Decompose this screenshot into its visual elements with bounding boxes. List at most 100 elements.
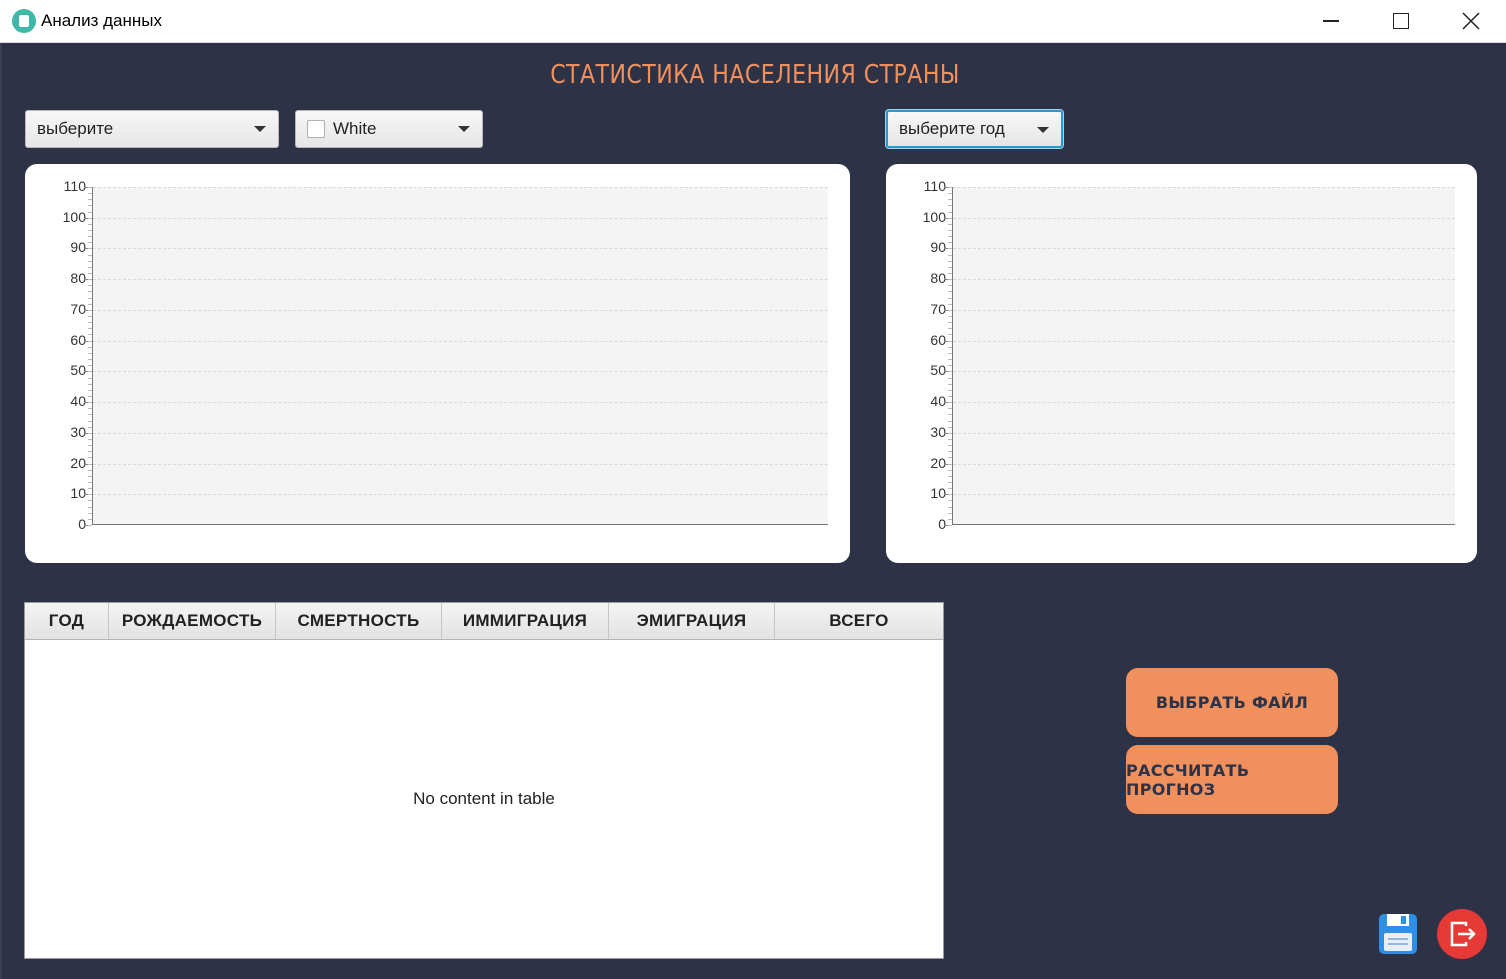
column-header-total[interactable]: ВСЕГО [775,603,943,639]
y-minor-tick [948,273,952,275]
column-header-year[interactable]: ГОД [25,603,109,639]
column-header-emigration[interactable]: ЭМИГРАЦИЯ [609,603,775,639]
chart-plot-area [952,187,1455,525]
y-minor-tick [948,426,952,428]
choose-file-button[interactable]: ВЫБРАТЬ ФАЙЛ [1126,668,1338,737]
y-minor-tick [948,518,952,520]
y-minor-tick [88,279,92,281]
y-minor-tick [948,457,952,459]
y-minor-tick [948,242,952,244]
y-minor-tick [948,445,952,447]
calculate-forecast-button[interactable]: РАССЧИТАТЬ ПРОГНОЗ [1126,745,1338,814]
chart-plot-area [92,187,828,525]
y-minor-tick [88,359,92,361]
y-minor-tick [948,359,952,361]
color-select[interactable]: White [295,110,483,148]
y-tick-label: 40 [930,393,946,410]
y-minor-tick [88,445,92,447]
y-tick-label: 110 [923,178,946,194]
y-minor-tick [88,297,92,299]
close-button[interactable] [1436,0,1506,42]
column-header-birth-rate[interactable]: РОЖДАЕМОСТЬ [109,603,276,639]
y-minor-tick [88,273,92,275]
y-minor-tick [88,475,92,477]
y-minor-tick [948,451,952,453]
y-minor-tick [948,432,952,434]
y-minor-tick [948,328,952,330]
y-minor-tick [88,260,92,262]
y-tick-label: 60 [70,331,86,348]
y-minor-tick [88,469,92,471]
y-minor-tick [948,199,952,201]
chart-gridline [953,463,1455,465]
chart-gridline [953,340,1455,342]
y-tick-label: 20 [930,454,946,471]
y-minor-tick [948,291,952,293]
y-tick-label: 100 [62,208,86,225]
y-minor-tick [88,254,92,256]
y-minor-tick [88,395,92,397]
y-minor-tick [948,254,952,256]
window-title: Анализ данных [41,11,162,30]
y-minor-tick [88,377,92,379]
maximize-button[interactable] [1366,0,1436,42]
y-minor-tick [88,322,92,324]
y-tick-label: 50 [70,362,86,379]
y-minor-tick [88,346,92,348]
minimize-button[interactable] [1296,0,1366,42]
chart-gridline [93,340,828,342]
y-minor-tick [88,371,92,373]
y-minor-tick [88,432,92,434]
y-minor-tick [88,414,92,416]
y-minor-tick [948,346,952,348]
y-minor-tick [948,266,952,268]
y-minor-tick [948,322,952,324]
chart-gridline [953,217,1455,219]
chart-gridline [953,187,1455,188]
year-select[interactable]: выберите год [886,110,1063,148]
parameter-select[interactable]: выберите [25,110,279,148]
y-minor-tick [88,303,92,305]
y-minor-tick [948,316,952,318]
chart-gridline [93,402,828,404]
y-minor-tick [948,383,952,385]
chevron-down-icon [1037,127,1049,133]
exit-button[interactable] [1437,909,1487,959]
chart-gridline [953,402,1455,404]
chart-gridline [953,248,1455,250]
y-minor-tick [88,328,92,330]
y-minor-tick [88,230,92,232]
statistics-table[interactable]: ГОД РОЖДАЕМОСТЬ СМЕРТНОСТЬ ИММИГРАЦИЯ ЭМ… [24,602,944,959]
y-minor-tick [948,303,952,305]
y-minor-tick [88,457,92,459]
y-minor-tick [88,193,92,195]
y-minor-tick [88,438,92,440]
chart-gridline [93,309,828,311]
chart-gridline [93,279,828,281]
y-minor-tick [88,518,92,520]
y-tick-label: 100 [922,208,946,225]
save-icon[interactable] [1379,914,1417,954]
y-minor-tick [88,334,92,336]
chart-gridline [93,432,828,434]
chart-gridline [93,248,828,250]
y-tick-label: 10 [70,485,86,502]
close-icon [1462,12,1480,30]
y-minor-tick [948,230,952,232]
y-minor-tick [948,525,952,526]
y-tick-label: 80 [930,270,946,287]
column-header-immigration[interactable]: ИММИГРАЦИЯ [442,603,609,639]
y-minor-tick [948,309,952,311]
y-minor-tick [948,377,952,379]
y-minor-tick [948,389,952,391]
chart-gridline [953,432,1455,434]
y-minor-tick [948,395,952,397]
column-header-death-rate[interactable]: СМЕРТНОСТЬ [276,603,442,639]
y-minor-tick [88,408,92,410]
main-area: СТАТИСТИКА НАСЕЛЕНИЯ СТРАНЫ выберите Whi… [0,43,1506,979]
y-minor-tick [88,426,92,428]
y-minor-tick [948,494,952,496]
y-minor-tick [948,506,952,508]
chart-gridline [93,187,828,188]
y-tick-label: 90 [70,239,86,256]
